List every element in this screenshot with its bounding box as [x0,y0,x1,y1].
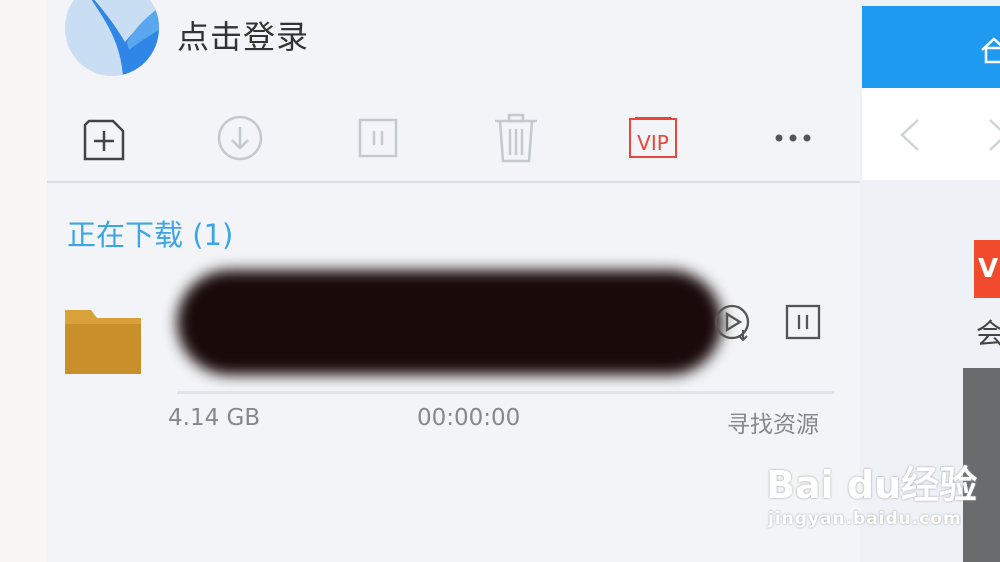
download-progress-bar [177,391,834,394]
row-pause-button[interactable] [781,300,825,344]
pause-button[interactable] [348,110,408,166]
vip-icon: VIP [629,117,677,158]
vip-label: VIP [637,131,669,155]
play-download-icon [714,304,750,342]
more-button[interactable] [763,110,823,166]
avatar[interactable] [65,0,159,76]
watermark-url: jingyan.baidu.com [768,509,962,529]
new-task-button[interactable] [72,110,132,166]
bird-logo-icon [91,0,159,76]
delete-button[interactable] [486,110,546,166]
side-navbar [862,88,1000,180]
side-text: 会 [976,317,1000,350]
play-open-button[interactable] [710,300,754,344]
file-name-redacted [177,270,722,375]
desktop-edge [0,0,47,562]
login-link[interactable]: 点击登录 [177,12,309,58]
pause-icon [785,304,821,340]
pause-icon [358,118,398,158]
find-resources-link[interactable]: 寻找资源 [727,405,819,439]
download-icon [217,115,263,161]
back-arrow-icon[interactable] [900,118,920,152]
start-download-button[interactable] [210,110,270,166]
vip-badge: V [974,240,1000,298]
forward-arrow-icon[interactable] [988,118,1000,152]
home-icon[interactable] [980,36,1000,64]
vip-button[interactable]: VIP [623,110,683,166]
file-size: 4.14 GB [168,405,261,431]
trash-icon [495,113,537,163]
remaining-time: 00:00:00 [417,405,521,431]
new-task-icon [83,119,125,161]
download-manager-window: 点击登录 VIP 正在下载 (1) 4.14 GB 00:00:00 寻找资源 [47,0,860,562]
more-icon [775,134,811,142]
watermark: Bai du经验 jingyan.baidu.com [766,454,977,529]
toolbar-divider [47,181,860,183]
side-topbar [862,6,1000,88]
downloading-section-title[interactable]: 正在下载 (1) [67,212,233,254]
watermark-brand: Bai du经验 [766,463,978,507]
folder-icon [65,310,141,374]
